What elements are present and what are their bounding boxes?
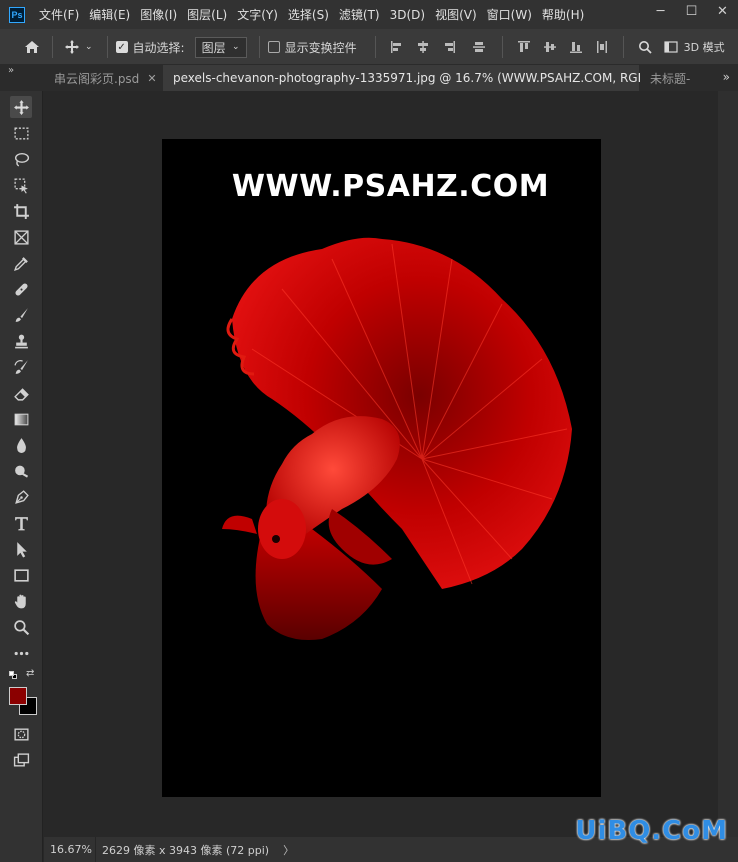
tab-label: 未标题- xyxy=(650,71,691,86)
move-tool-icon[interactable] xyxy=(10,96,32,118)
more-tools-icon[interactable] xyxy=(10,642,32,664)
site-watermark: UiBQ.CoM xyxy=(575,816,728,846)
pen-tool-icon[interactable] xyxy=(10,486,32,508)
blur-tool-icon[interactable] xyxy=(10,434,32,456)
separator xyxy=(106,36,108,58)
close-window-button[interactable]: ✕ xyxy=(707,0,738,22)
photoshop-logo-icon: Ps xyxy=(9,6,25,23)
menu-file[interactable]: 文件(F) xyxy=(39,6,79,23)
3d-mode-label: 3D 模式 xyxy=(683,41,725,54)
align-middle-icon[interactable] xyxy=(543,40,557,54)
menu-window[interactable]: 窗口(W) xyxy=(487,6,532,23)
document-watermark-text: WWW.PSAHZ.COM xyxy=(231,169,550,204)
eyedropper-tool-icon[interactable] xyxy=(10,252,32,274)
zoom-level-field[interactable]: 16.67% xyxy=(44,837,96,862)
lasso-tool-icon[interactable] xyxy=(10,148,32,170)
auto-select-label: 自动选择: xyxy=(132,40,185,55)
clone-stamp-tool-icon[interactable] xyxy=(10,330,32,352)
history-brush-tool-icon[interactable] xyxy=(10,356,32,378)
gradient-tool-icon[interactable] xyxy=(10,408,32,430)
separator xyxy=(258,36,260,58)
menu-image[interactable]: 图像(I) xyxy=(140,6,177,23)
frame-tool-icon[interactable] xyxy=(10,226,32,248)
menu-type[interactable]: 文字(Y) xyxy=(237,6,278,23)
brush-tool-icon[interactable] xyxy=(10,304,32,326)
menu-select[interactable]: 选择(S) xyxy=(288,6,329,23)
tab-label: 串云阁彩页.psd xyxy=(54,71,140,86)
show-transform-label: 显示变换控件 xyxy=(284,40,357,55)
menu-filter[interactable]: 滤镜(T) xyxy=(339,6,380,23)
show-transform-checkbox[interactable] xyxy=(267,41,280,53)
hand-tool-icon[interactable] xyxy=(10,590,32,612)
document-info: 2629 像素 x 3943 像素 (72 ppi) xyxy=(102,843,270,857)
tabs-overflow-icon[interactable]: » xyxy=(723,70,730,84)
menu-edit[interactable]: 编辑(E) xyxy=(89,6,130,23)
default-colors-icon[interactable] xyxy=(9,671,17,679)
menu-layer[interactable]: 图层(L) xyxy=(187,6,227,23)
align-left-icon[interactable] xyxy=(390,40,404,54)
rectangle-tool-icon[interactable] xyxy=(10,564,32,586)
align-horizontal-icon[interactable] xyxy=(472,40,486,54)
dodge-tool-icon[interactable] xyxy=(10,460,32,482)
distribute-icon[interactable] xyxy=(595,40,609,54)
options-bar: ⌄ ✓ 自动选择: 图层 ⌄ 显示变换控件 3D 模式 xyxy=(0,29,738,65)
workspace-icon[interactable] xyxy=(664,40,678,54)
align-bottom-icon[interactable] xyxy=(569,40,583,54)
auto-select-checkbox[interactable]: ✓ xyxy=(115,41,128,53)
eraser-tool-icon[interactable] xyxy=(10,382,32,404)
swap-colors-icon[interactable]: ⇄ xyxy=(26,668,34,679)
menu-3d[interactable]: 3D(D) xyxy=(390,8,425,22)
tab-document-active[interactable]: pexels-chevanon-photography-1335971.jpg … xyxy=(163,65,689,91)
separator xyxy=(501,36,503,58)
align-right-icon[interactable] xyxy=(442,40,456,54)
separator xyxy=(52,36,53,58)
screen-mode-icon[interactable] xyxy=(10,749,32,771)
object-select-tool-icon[interactable] xyxy=(10,174,32,196)
betta-fish-image xyxy=(222,237,572,640)
home-icon[interactable] xyxy=(20,39,44,55)
document-canvas[interactable]: WWW.PSAHZ.COM xyxy=(162,139,601,797)
document-tab-bar: » 串云阁彩页.psd ✕ pexels-chevanon-photograph… xyxy=(0,65,738,91)
quick-mask-icon[interactable] xyxy=(10,723,32,745)
tab-document-3[interactable]: 未标题- xyxy=(640,65,706,91)
marquee-tool-icon[interactable] xyxy=(10,122,32,144)
auto-select-target-select[interactable]: 图层 ⌄ xyxy=(194,36,247,58)
separator xyxy=(374,36,376,58)
status-menu-arrow-icon[interactable]: 〉 xyxy=(283,842,294,858)
maximize-button[interactable]: ☐ xyxy=(676,0,707,22)
close-icon[interactable]: ✕ xyxy=(147,72,156,85)
collapse-panel-icon[interactable]: » xyxy=(8,65,14,76)
menu-help[interactable]: 帮助(H) xyxy=(542,6,584,23)
path-select-tool-icon[interactable] xyxy=(10,538,32,560)
panel-dock-strip xyxy=(718,91,738,837)
align-top-icon[interactable] xyxy=(517,40,531,54)
type-tool-icon[interactable] xyxy=(10,512,32,534)
window-controls: ─ ☐ ✕ xyxy=(645,0,738,22)
minimize-button[interactable]: ─ xyxy=(645,0,676,22)
search-icon[interactable] xyxy=(638,40,652,54)
foreground-color-swatch[interactable] xyxy=(9,687,27,705)
separator xyxy=(622,36,624,58)
menu-view[interactable]: 视图(V) xyxy=(435,6,477,23)
zoom-tool-icon[interactable] xyxy=(10,616,32,638)
tab-label: pexels-chevanon-photography-1335971.jpg … xyxy=(173,71,673,85)
canvas-area[interactable]: WWW.PSAHZ.COM xyxy=(44,91,718,837)
align-center-icon[interactable] xyxy=(416,40,430,54)
tab-document-1[interactable]: 串云阁彩页.psd ✕ xyxy=(44,65,162,91)
move-tool-preset-icon[interactable] xyxy=(61,39,83,55)
chevron-down-icon[interactable]: ⌄ xyxy=(85,42,93,52)
crop-tool-icon[interactable] xyxy=(10,200,32,222)
chevron-down-icon: ⌄ xyxy=(232,42,240,52)
menu-bar: Ps 文件(F) 编辑(E) 图像(I) 图层(L) 文字(Y) 选择(S) 滤… xyxy=(0,0,738,29)
tools-panel: ⇄ xyxy=(0,91,43,862)
layer-select-value: 图层 xyxy=(201,40,226,55)
healing-brush-tool-icon[interactable] xyxy=(10,278,32,300)
